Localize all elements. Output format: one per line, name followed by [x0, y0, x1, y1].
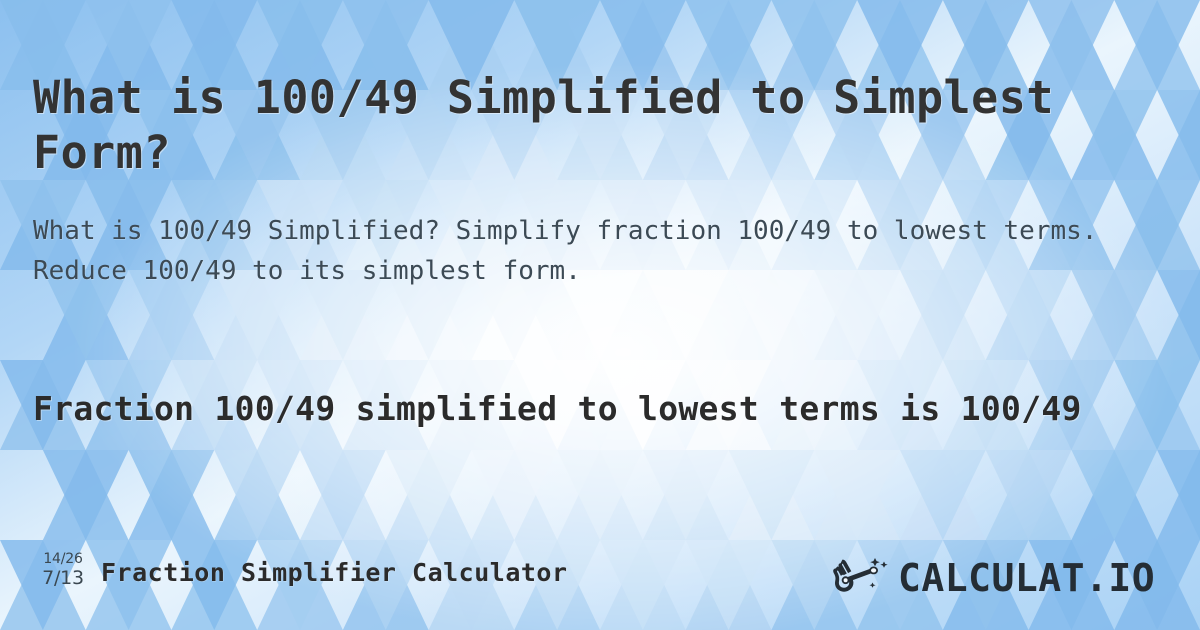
fraction-badge-icon: 14/26 7/13: [31, 552, 95, 588]
brand-logo[interactable]: CALCULAT.IO: [828, 548, 1186, 610]
fraction-badge-numerator: 14/26: [43, 551, 83, 567]
svg-text:CALCULAT.IO: CALCULAT.IO: [898, 557, 1155, 600]
page-subtitle: What is 100/49 Simplified? Simplify frac…: [33, 216, 1114, 286]
share-card: What is 100/49 Simplified to Simplest Fo…: [0, 0, 1200, 630]
footer: 14/26 7/13 Fraction Simplifier Calculato…: [0, 548, 1200, 610]
fraction-badge-denominator: 7/13: [42, 567, 84, 589]
brand-wordmark-text: CALCULAT.IO: [898, 557, 1155, 600]
result-statement: Fraction 100/49 simplified to lowest ter…: [33, 389, 1082, 428]
calculator-name: Fraction Simplifier Calculator: [101, 558, 568, 587]
brand-wordmark: CALCULAT.IO: [898, 556, 1186, 602]
page-title: What is 100/49 Simplified to Simplest Fo…: [33, 71, 1082, 180]
magic-wand-hand-icon: [833, 558, 888, 592]
